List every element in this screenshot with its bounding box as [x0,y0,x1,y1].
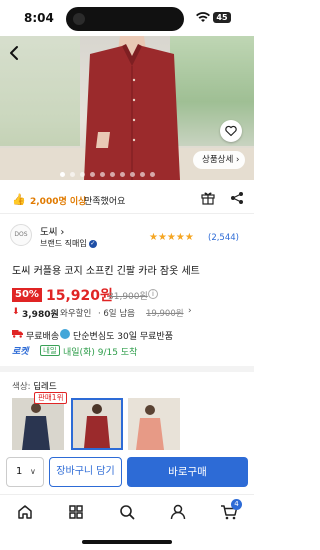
gift-icon[interactable] [201,191,215,205]
divider [0,213,254,214]
color-swatch-pink[interactable] [128,398,180,450]
wishlist-button[interactable] [220,120,242,142]
carousel-dot [90,172,95,177]
category-grid-icon[interactable] [67,503,85,521]
wow-label: 와우할인 [60,309,92,319]
buy-now-button[interactable]: 바로구매 [127,457,248,487]
carousel-dot [80,172,85,177]
color-option-label: 색상: 딥레드 [12,380,57,392]
price-row: 50% 15,920원 31,900원 i [0,284,254,304]
cart-count-badge: 4 [231,499,242,510]
brand-badge-label: 브랜드 직매입 [40,239,87,248]
satisfaction-row: 👍 2,000명 이상 만족했어요 [0,185,254,211]
share-icon[interactable] [230,191,244,205]
purchase-bar: 1 ∨ 장바구니 담기 바로구매 [0,452,254,494]
color-swatch-navy[interactable] [12,398,64,450]
days-left: · 6일 남음 [98,309,135,319]
thumbs-up-icon: 👍 [12,193,26,206]
color-swatches [0,398,254,450]
carousel-dot [150,172,155,177]
carousel-dot [130,172,135,177]
back-arrow-icon[interactable] [6,44,24,62]
brand-badge: 브랜드 직매입 ✓ [40,238,97,249]
swatch-image [73,400,121,448]
best-seller-badge: 판매1위 [34,392,68,404]
swatch-image [128,398,180,450]
seller-row[interactable]: DOS 도씨 › 브랜드 직매입 ✓ ★★★★★ (2,544) [0,220,254,252]
carousel-dot [100,172,105,177]
product-title: 도씨 커플용 코지 소프킨 긴팔 카라 잠옷 세트 [12,266,200,277]
review-count[interactable]: (2,544) [208,233,239,243]
truck-icon [12,330,23,338]
rating-stars: ★★★★★ [149,232,194,243]
free-return-label: 단순변심도 30일 무료반품 [73,332,173,342]
product-detail-button[interactable]: 상품상세 › [193,151,246,169]
shipping-row: 무료배송 단순변심도 30일 무료반품 [0,326,254,342]
home-indicator[interactable] [82,540,172,544]
chevron-down-icon: ∨ [30,467,36,476]
sale-price: 15,920원 [46,288,113,304]
seller-logo-text: DOS [14,231,28,238]
home-icon[interactable] [16,503,34,521]
free-shipping-label: 무료배송 [26,332,60,342]
dynamic-island [66,7,184,31]
heart-icon [225,125,237,137]
search-icon[interactable] [118,503,136,521]
my-page-icon[interactable] [169,503,187,521]
wow-original-price: 19,900원 [146,309,184,319]
satisfaction-count: 2,000명 이상 [30,197,87,207]
carousel-dots [60,172,155,178]
wow-discount-row[interactable]: ⬇ 3,980원 와우할인 · 6일 남음 19,900원 › [0,304,254,320]
quantity-select[interactable]: 1 ∨ [6,457,44,487]
wifi-icon [196,12,210,22]
arrow-down-icon: ⬇ [12,307,20,317]
camera-indicator [73,13,85,25]
section-separator [0,366,254,372]
return-icon [60,329,70,339]
carousel-dot [70,172,75,177]
carousel-dot [110,172,115,177]
rocket-logo: 로켓 [12,347,29,357]
status-bar: 8:04 45 [0,0,254,36]
battery-icon: 45 [213,12,231,23]
delivery-tag: 내일 [40,345,60,356]
model-photo [84,36,180,180]
carousel-dot [120,172,125,177]
rocket-delivery-row: 로켓 내일 내일(화) 9/15 도착 [0,342,254,358]
verified-icon: ✓ [88,239,97,248]
seller-logo[interactable]: DOS [10,224,32,246]
seller-name[interactable]: 도씨 › [40,224,64,238]
quantity-value: 1 [16,466,23,477]
satisfaction-message: 만족했어요 [84,197,126,207]
original-price: 31,900원 [108,292,148,302]
selected-color: 딥레드 [33,382,57,392]
status-time: 8:04 [24,11,54,25]
swatch-image [12,398,64,450]
carousel-dot [60,172,65,177]
delivery-date: 내일(화) 9/15 도착 [63,348,138,358]
info-icon[interactable]: i [148,289,158,299]
chevron-right-icon: › [188,306,192,316]
color-label-prefix: 색상: [12,382,31,392]
wow-price: 3,980원 [22,310,59,320]
carousel-dot [140,172,145,177]
add-to-cart-button[interactable]: 장바구니 담기 [49,457,122,487]
discount-badge: 50% [12,288,42,302]
color-swatch-deep-red[interactable] [71,398,123,450]
